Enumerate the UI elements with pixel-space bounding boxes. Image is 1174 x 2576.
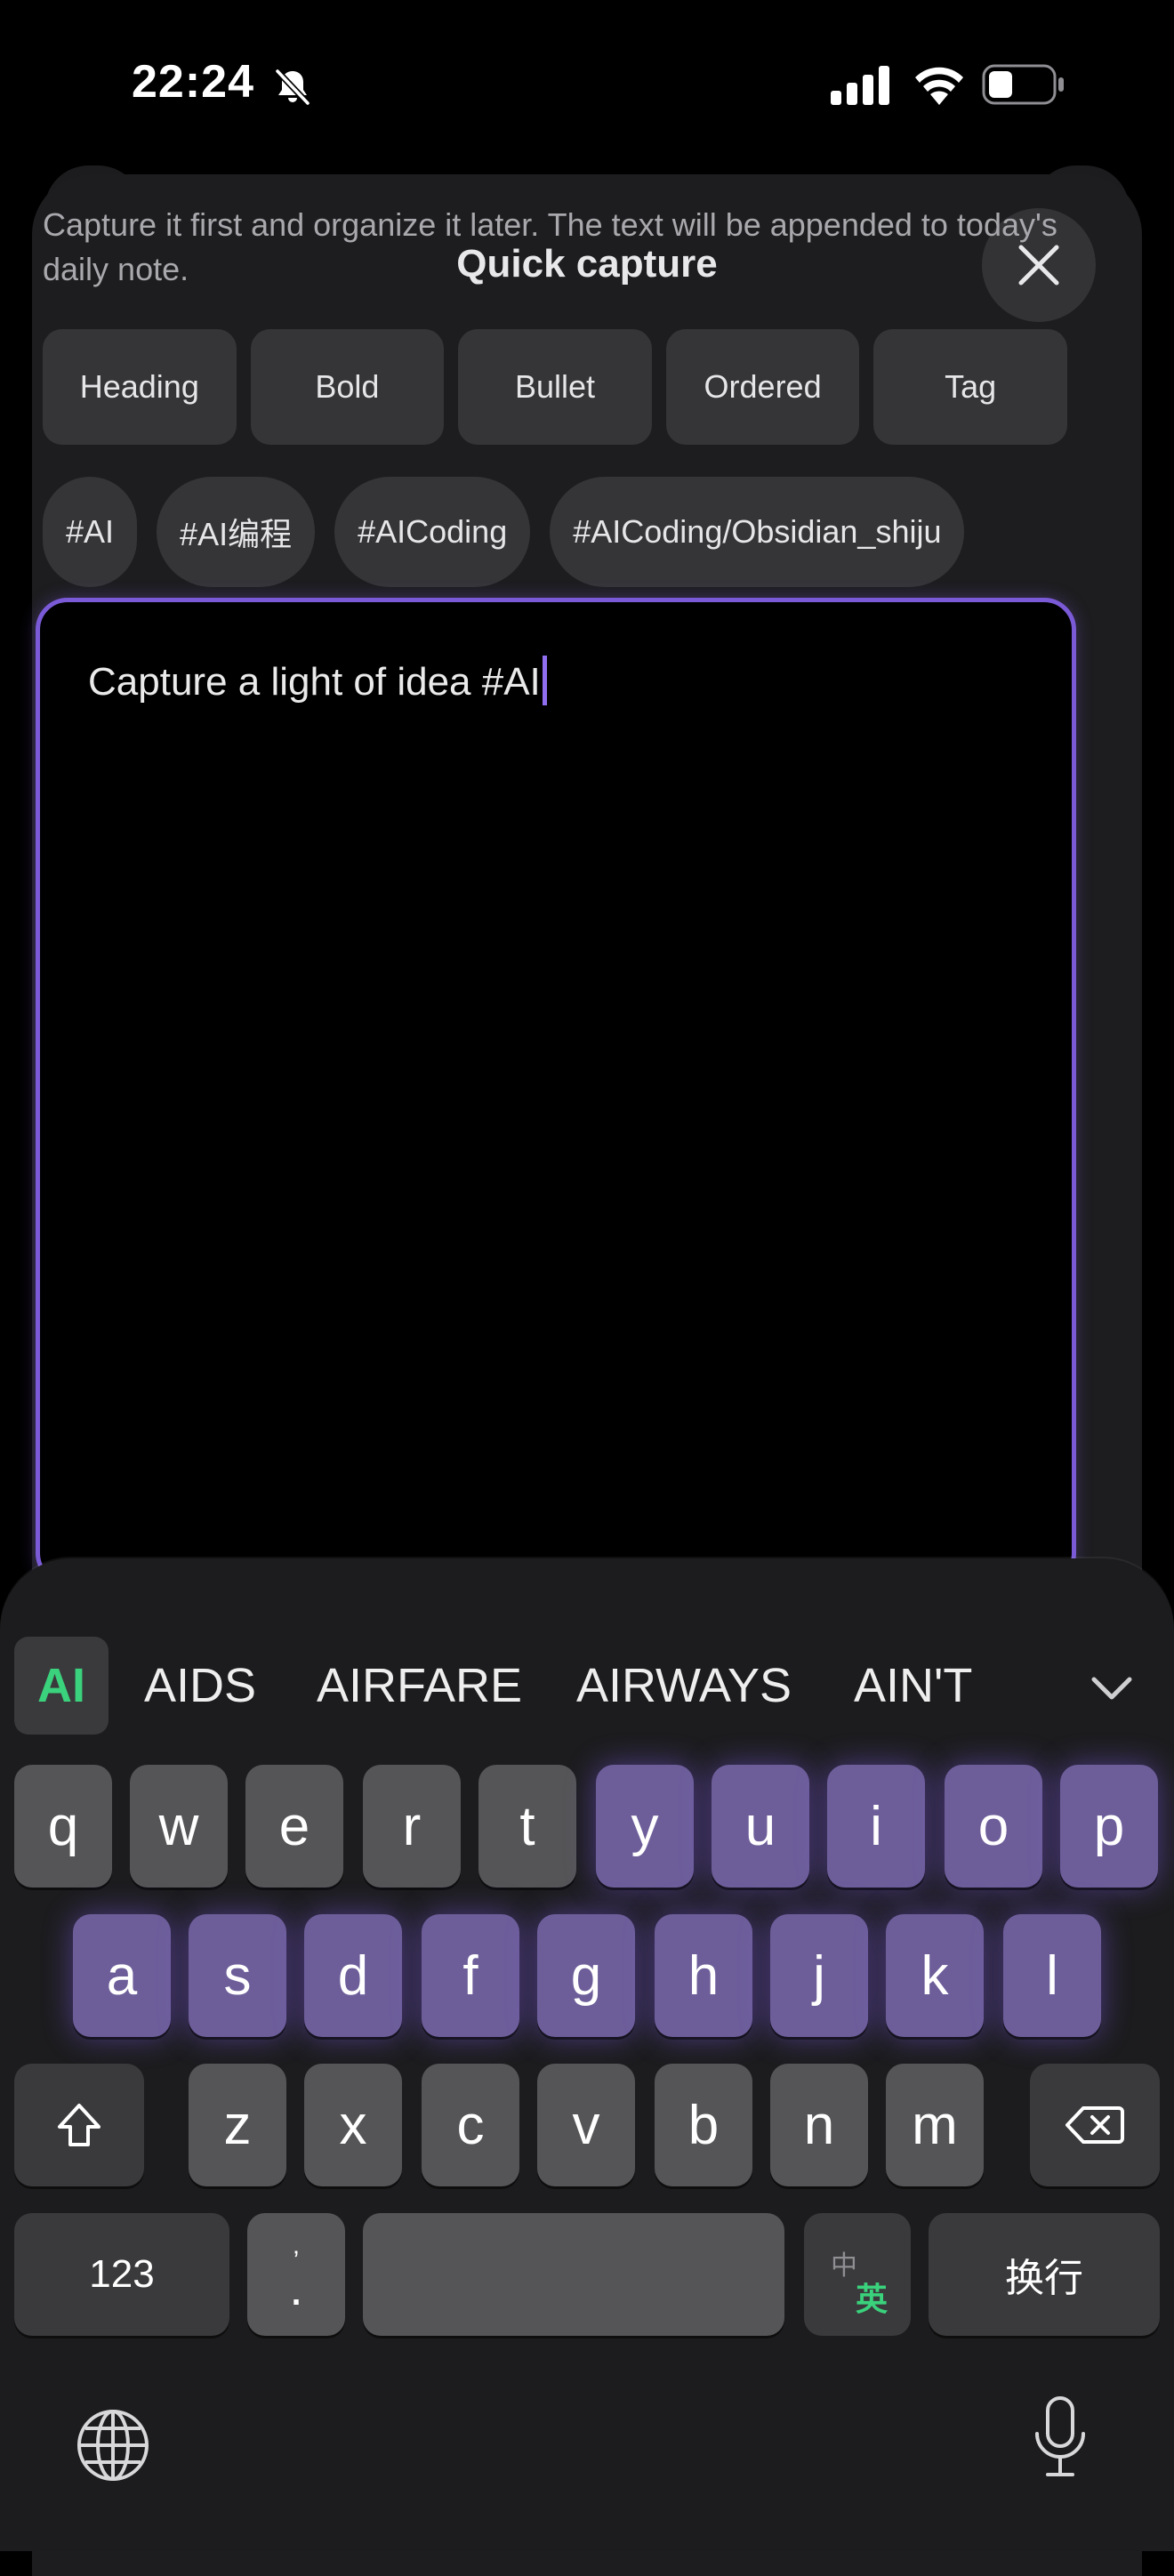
text-caret	[542, 656, 547, 705]
lang-en-label: 英	[856, 2281, 889, 2317]
suggestion-divider	[1037, 1637, 1046, 1735]
suggestion-item[interactable]: AIRWAYS	[576, 1637, 792, 1735]
key-q[interactable]: q	[14, 1765, 112, 1888]
return-key[interactable]: 换行	[929, 2213, 1160, 2336]
lang-zh-label: 中	[831, 2251, 857, 2281]
suggestion-item[interactable]: AI	[14, 1637, 109, 1735]
key-j[interactable]: j	[770, 1914, 868, 2037]
key-d[interactable]: d	[304, 1914, 402, 2037]
backspace-icon	[1065, 2106, 1124, 2144]
key-f[interactable]: f	[422, 1914, 519, 2037]
numbers-key[interactable]: 123	[14, 2213, 229, 2336]
keyboard: AI AIDS AIRFARE AIRWAYS AIN'T q w e r t …	[0, 1558, 1174, 2551]
tag-chip[interactable]: #AI	[43, 477, 138, 587]
format-toolbar: Heading Bold Bullet Ordered Tag	[43, 329, 1067, 445]
bell-slash-icon	[275, 68, 310, 106]
suggestion-bar: AI AIDS AIRFARE AIRWAYS AIN'T	[0, 1637, 1174, 1735]
tag-suggestions: #AI #AI编程 #AICoding #AICoding/Obsidian_s…	[43, 477, 965, 587]
editor-content: Capture a light of idea #AI	[88, 656, 547, 705]
key-o[interactable]: o	[945, 1765, 1042, 1888]
key-u[interactable]: u	[712, 1765, 809, 1888]
suggestion-item[interactable]: AIDS	[144, 1637, 256, 1735]
bullet-button[interactable]: Bullet	[458, 329, 652, 445]
status-time: 22:24	[132, 56, 254, 108]
suggestion-item[interactable]: AIN'T	[854, 1637, 972, 1735]
period-key[interactable]: ’ .	[247, 2213, 345, 2336]
key-n[interactable]: n	[770, 2064, 868, 2186]
key-v[interactable]: v	[537, 2064, 635, 2186]
key-m[interactable]: m	[886, 2064, 984, 2186]
key-k[interactable]: k	[886, 1914, 984, 2037]
wifi-icon	[915, 67, 963, 105]
key-b[interactable]: b	[655, 2064, 752, 2186]
space-bar[interactable]	[363, 2213, 784, 2336]
key-h[interactable]: h	[655, 1914, 752, 2037]
key-c[interactable]: c	[422, 2064, 519, 2186]
sheet-description: Capture it first and organize it later. …	[43, 206, 1057, 287]
capture-text-editor[interactable]: Capture a light of idea #AI	[36, 598, 1076, 1585]
globe-icon[interactable]	[73, 2405, 153, 2485]
shift-key[interactable]	[14, 2064, 144, 2186]
key-s[interactable]: s	[189, 1914, 286, 2037]
tag-chip[interactable]: #AICoding	[334, 477, 531, 587]
language-switch-key[interactable]: 中 英	[804, 2213, 911, 2336]
cellular-signal-icon	[831, 66, 889, 105]
key-p[interactable]: p	[1060, 1765, 1158, 1888]
ordered-button[interactable]: Ordered	[665, 329, 860, 445]
key-a[interactable]: a	[73, 1914, 171, 2037]
key-y[interactable]: y	[596, 1765, 694, 1888]
chevron-down-icon[interactable]	[1085, 1662, 1138, 1715]
key-w[interactable]: w	[130, 1765, 228, 1888]
tag-button[interactable]: Tag	[873, 329, 1067, 445]
key-t[interactable]: t	[478, 1765, 576, 1888]
key-e[interactable]: e	[245, 1765, 343, 1888]
key-g[interactable]: g	[537, 1914, 635, 2037]
key-r[interactable]: r	[363, 1765, 461, 1888]
key-l[interactable]: l	[1003, 1914, 1101, 2037]
bold-button[interactable]: Bold	[250, 329, 445, 445]
tag-chip[interactable]: #AI编程	[157, 477, 316, 587]
status-bar: 22:24	[0, 0, 1174, 169]
suggestion-item[interactable]: AIRFARE	[317, 1637, 522, 1735]
tag-chip[interactable]: #AICoding/Obsidian_shiju	[550, 477, 965, 587]
shift-icon	[58, 2104, 101, 2146]
period-label: .	[289, 2259, 303, 2315]
editor-text: Capture a light of idea #AI	[88, 660, 541, 704]
heading-button[interactable]: Heading	[43, 329, 237, 445]
battery-icon	[982, 64, 1064, 105]
backspace-key[interactable]	[1030, 2064, 1160, 2186]
key-i[interactable]: i	[827, 1765, 925, 1888]
key-z[interactable]: z	[189, 2064, 286, 2186]
microphone-icon[interactable]	[1032, 2395, 1089, 2483]
key-x[interactable]: x	[304, 2064, 402, 2186]
